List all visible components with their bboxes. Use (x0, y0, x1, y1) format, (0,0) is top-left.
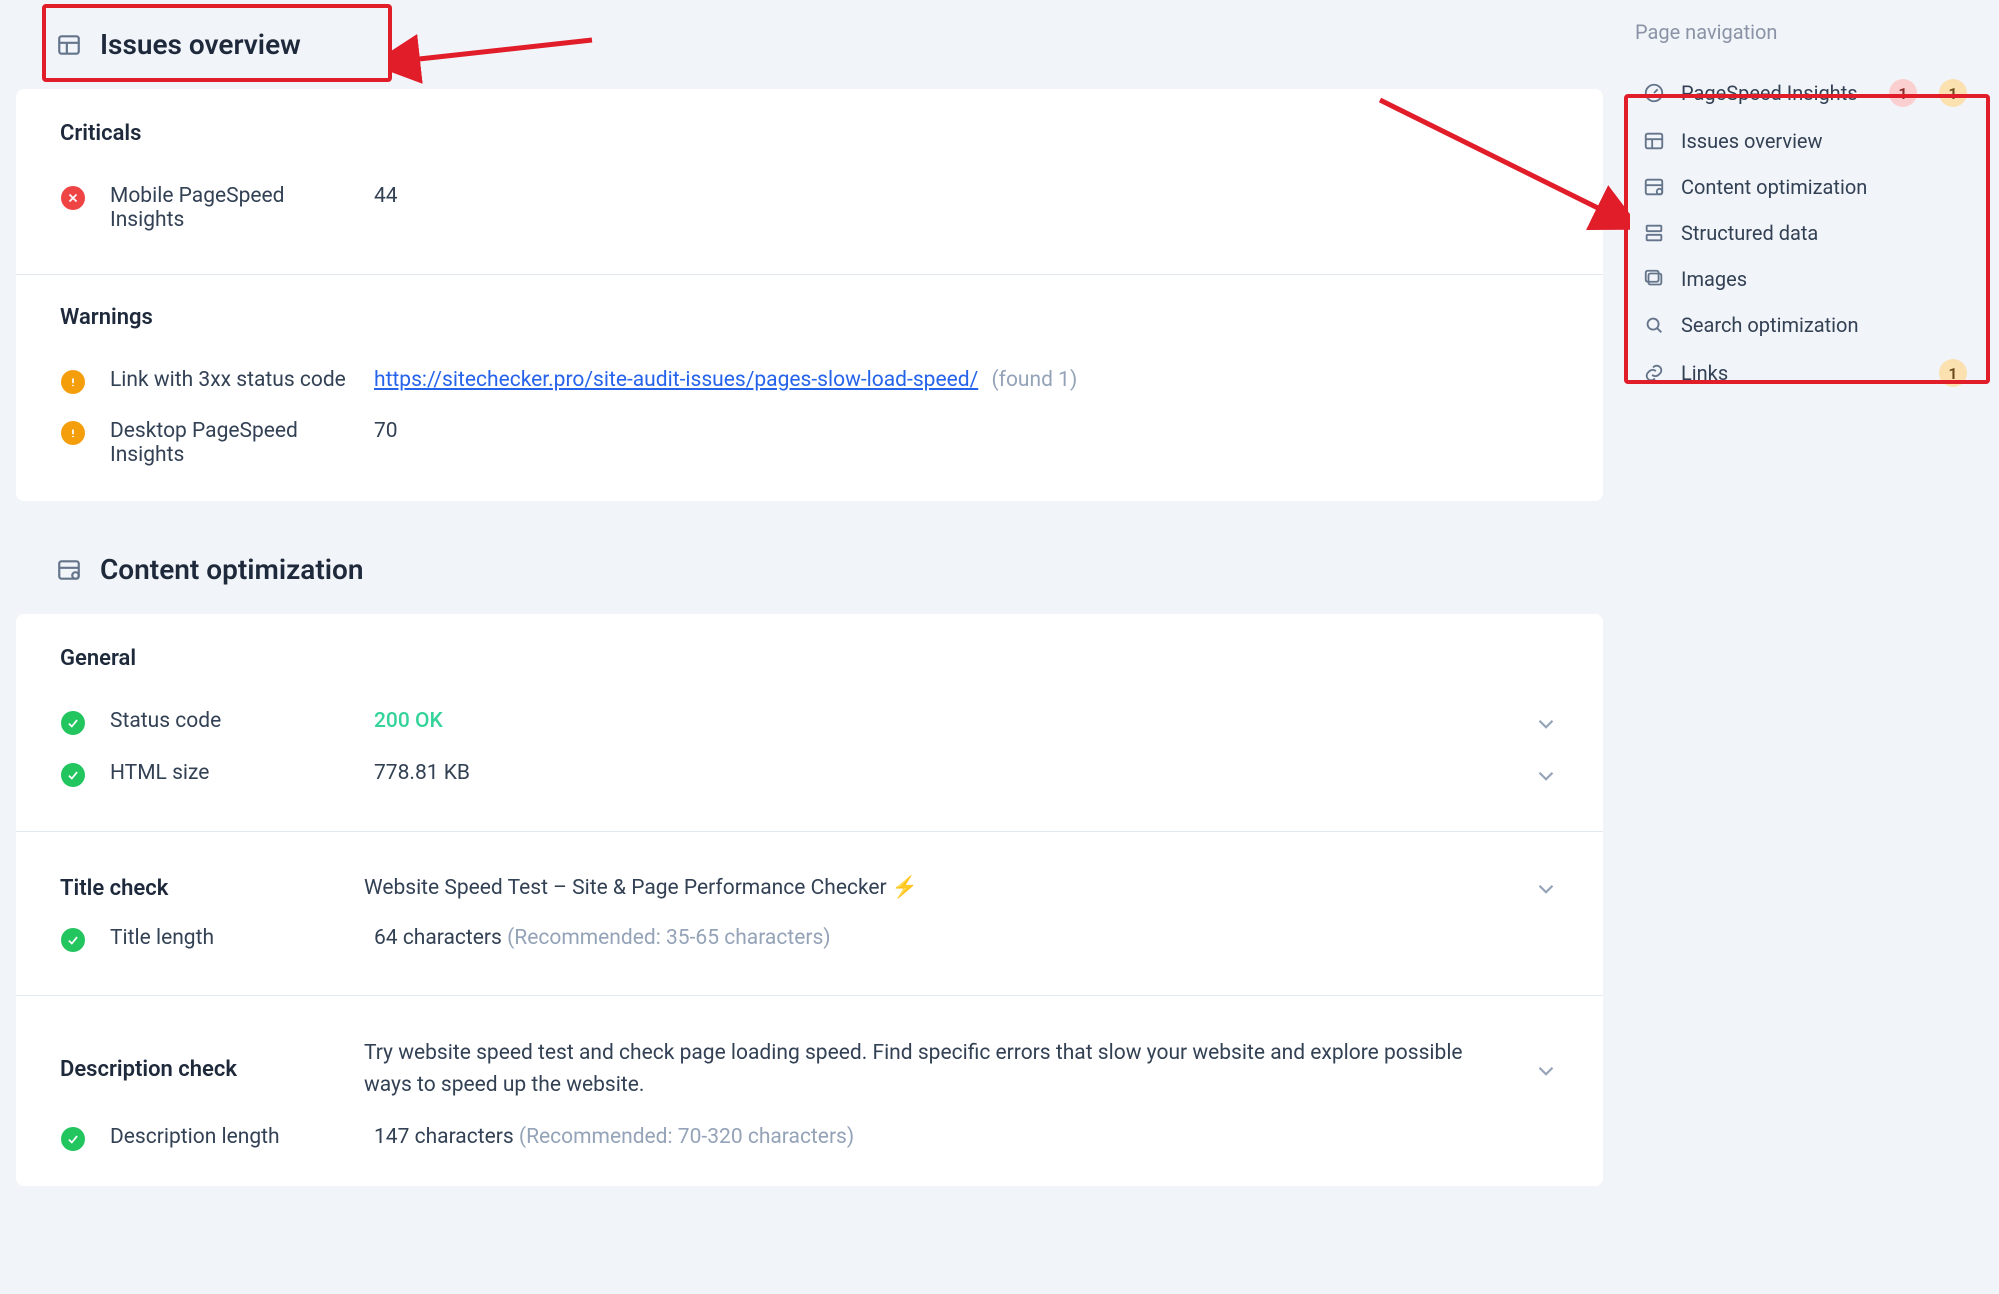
nav-item-label: Structured data (1681, 221, 1967, 245)
divider (16, 831, 1603, 832)
section-head-issues-overview: Issues overview (16, 0, 1603, 89)
check-icon (60, 762, 86, 788)
divider (16, 995, 1603, 996)
warning-row: Desktop PageSpeed Insights 70 (60, 407, 1559, 479)
layout-icon (1643, 130, 1665, 152)
critical-label: Mobile PageSpeed Insights (110, 184, 350, 232)
warning-label: Link with 3xx status code (110, 368, 350, 392)
warning-link[interactable]: https://sitechecker.pro/site-audit-issue… (374, 368, 978, 392)
description-check-value: Try website speed test and check page lo… (364, 1038, 1509, 1101)
row-value: 778.81 KB (374, 761, 1509, 785)
section-title: Issues overview (100, 28, 301, 61)
nav-item-label: PageSpeed Insights (1681, 81, 1873, 105)
description-length-row: Description length 147 characters (Recom… (60, 1113, 1559, 1164)
nav-item-structured-data[interactable]: Structured data (1635, 210, 1975, 256)
issues-overview-card: Criticals Mobile PageSpeed Insights 44 W… (16, 89, 1603, 501)
title-check-header: Title check Website Speed Test – Site & … (60, 862, 1559, 914)
section-title: Content optimization (100, 553, 364, 586)
row-value: 64 characters (Recommended: 35-65 charac… (374, 926, 1559, 950)
value-hint: (Recommended: 70-320 characters) (519, 1125, 854, 1149)
critical-row: Mobile PageSpeed Insights 44 (60, 172, 1559, 244)
nav-item-label: Links (1681, 361, 1923, 385)
value-text: 64 characters (374, 926, 507, 950)
nav-badge: 1 (1939, 79, 1967, 107)
criticals-heading: Criticals (60, 121, 1559, 146)
nav-item-content-optimization[interactable]: Content optimization (1635, 164, 1975, 210)
value-text: 147 characters (374, 1125, 519, 1149)
nav-item-pagespeed-insights[interactable]: PageSpeed Insights 11 (1635, 68, 1975, 118)
warning-row: Link with 3xx status code https://sitech… (60, 356, 1559, 407)
warning-label: Desktop PageSpeed Insights (110, 419, 350, 467)
nav-item-label: Images (1681, 267, 1967, 291)
row-label: HTML size (110, 761, 350, 785)
html-size-row: HTML size 778.81 KB (60, 749, 1559, 801)
content-optimization-card: General Status code 200 OK HTML size 778… (16, 614, 1603, 1186)
title-check-value: Website Speed Test – Site & Page Perform… (364, 876, 1509, 900)
images-icon (1643, 268, 1665, 290)
section-head-content-optimization: Content optimization (16, 525, 1603, 614)
row-label: Description length (110, 1125, 350, 1149)
nav-item-images[interactable]: Images (1635, 256, 1975, 302)
stack-icon (1643, 222, 1665, 244)
nav-item-label: Content optimization (1681, 175, 1967, 199)
page-navigation-sidebar: Page navigation PageSpeed Insights11Issu… (1619, 0, 1999, 1294)
description-check-heading: Description check (60, 1057, 340, 1082)
nav-item-issues-overview[interactable]: Issues overview (1635, 118, 1975, 164)
check-icon (60, 1126, 86, 1152)
warning-icon (60, 420, 86, 446)
row-label: Status code (110, 709, 350, 733)
warning-found: (found 1) (991, 368, 1077, 392)
search-icon (1643, 314, 1665, 336)
warning-value: 70 (374, 419, 1559, 443)
status-code-row: Status code 200 OK (60, 697, 1559, 749)
nav-item-label: Search optimization (1681, 313, 1967, 337)
value-hint: (Recommended: 35-65 characters) (507, 926, 831, 950)
link-icon (1643, 362, 1665, 384)
chevron-down-icon[interactable] (1533, 763, 1559, 789)
gauge-icon (1643, 82, 1665, 104)
general-heading: General (60, 646, 1559, 671)
nav-badge: 1 (1889, 79, 1917, 107)
check-icon (60, 710, 86, 736)
warning-value: https://sitechecker.pro/site-audit-issue… (374, 368, 1559, 392)
row-value: 200 OK (374, 709, 1509, 733)
error-icon (60, 185, 86, 211)
sidebar-title: Page navigation (1635, 20, 1975, 44)
layout-icon (56, 32, 82, 58)
nav-item-links[interactable]: Links 1 (1635, 348, 1975, 398)
divider (16, 274, 1603, 275)
critical-value: 44 (374, 184, 1559, 208)
warning-icon (60, 369, 86, 395)
chevron-down-icon[interactable] (1533, 1058, 1559, 1084)
nav-item-search-optimization[interactable]: Search optimization (1635, 302, 1975, 348)
nav-item-label: Issues overview (1681, 129, 1967, 153)
chevron-down-icon[interactable] (1533, 711, 1559, 737)
layout-gear-icon (56, 557, 82, 583)
row-label: Title length (110, 926, 350, 950)
row-value: 147 characters (Recommended: 70-320 char… (374, 1125, 1559, 1149)
layout-gear-icon (1643, 176, 1665, 198)
nav-badge: 1 (1939, 359, 1967, 387)
description-check-header: Description check Try website speed test… (60, 1026, 1559, 1113)
chevron-down-icon[interactable] (1533, 876, 1559, 902)
check-icon (60, 927, 86, 953)
title-length-row: Title length 64 characters (Recommended:… (60, 914, 1559, 965)
title-check-heading: Title check (60, 876, 340, 901)
warnings-heading: Warnings (60, 305, 1559, 330)
